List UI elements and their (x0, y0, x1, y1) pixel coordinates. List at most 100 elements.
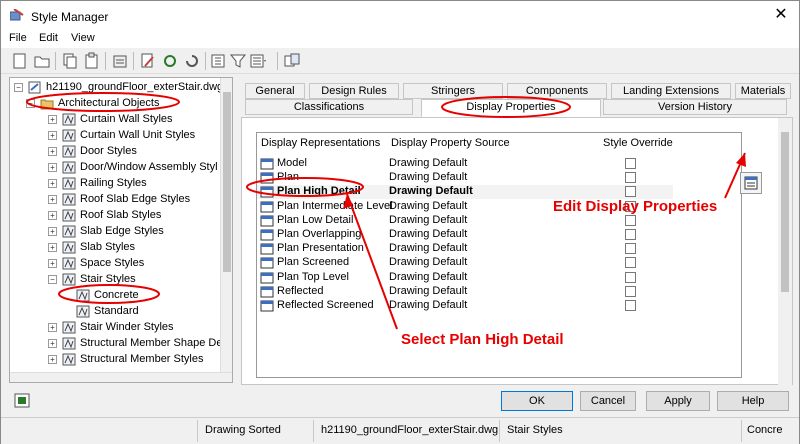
status-drawing: h21190_groundFloor_exterStair.dwg (321, 424, 499, 436)
menu-file[interactable]: File (9, 32, 27, 44)
tab-tabs_bottom-1[interactable]: Display Properties (421, 99, 601, 117)
style-override-checkbox[interactable] (625, 285, 636, 297)
display-rep-name: Plan Top Level (277, 270, 349, 283)
display-rep-name: Plan Overlapping (277, 228, 362, 240)
style-override-checkbox[interactable] (625, 257, 636, 269)
annotation-edit-display-properties: Edit Display Properties (553, 198, 718, 215)
copy-settings-icon[interactable] (209, 52, 227, 70)
status-style: Concre (747, 424, 783, 436)
window-title: Style Manager (31, 10, 109, 24)
filter-icon[interactable] (229, 52, 247, 70)
toolbar-separator (277, 52, 278, 70)
display-rep-name: Plan Screened (277, 256, 350, 269)
scroll-thumb[interactable] (781, 132, 789, 292)
tab-tabs_top-3[interactable]: Components (507, 83, 607, 99)
tab-tabs_bottom-0[interactable]: Classifications (245, 99, 413, 115)
paste-icon[interactable] (83, 52, 101, 70)
style-override-checkbox[interactable] (625, 271, 636, 283)
header-display-property-source[interactable]: Display Property Source (391, 137, 510, 149)
expand-icon[interactable]: + (48, 179, 57, 188)
display-rep-row[interactable]: Plan Presentation Drawing Default (257, 242, 673, 256)
ok-button[interactable]: OK (501, 391, 573, 411)
status-divider (741, 420, 742, 442)
display-rep-name: Plan Presentation (277, 242, 364, 255)
display-rep-name: Plan (277, 171, 300, 184)
expand-icon[interactable]: + (48, 355, 57, 364)
tree-item-label: Concrete (94, 289, 139, 301)
display-rep-row[interactable]: Plan Screened Drawing Default (257, 256, 673, 270)
tree-hscrollbar[interactable] (10, 372, 232, 382)
sync-icon[interactable] (161, 52, 179, 70)
menu-edit[interactable]: Edit (39, 32, 58, 44)
edit-display-properties-button[interactable] (740, 172, 762, 194)
display-rep-row[interactable]: Model Drawing Default (257, 157, 673, 171)
style-override-checkbox[interactable] (625, 186, 636, 198)
toolbar (1, 48, 799, 74)
display-rep-row[interactable]: Plan Drawing Default (257, 171, 673, 185)
display-property-source: Drawing Default (389, 199, 468, 212)
collapse-icon[interactable]: − (48, 275, 57, 284)
style-override-checkbox[interactable] (625, 172, 636, 184)
style-override-checkbox[interactable] (625, 214, 636, 226)
expand-icon[interactable]: + (48, 147, 57, 156)
expand-icon[interactable]: + (48, 163, 57, 172)
display-rep-row[interactable]: Plan Low Detail Drawing Default (257, 214, 673, 228)
display-rep-row[interactable]: Plan Top Level Drawing Default (257, 271, 673, 285)
folder-icon (40, 99, 54, 110)
status-divider (313, 420, 314, 442)
tree-item-label: Door Styles (80, 145, 137, 157)
expand-icon[interactable]: + (48, 243, 57, 252)
tab-tabs_top-1[interactable]: Design Rules (309, 83, 399, 99)
display-property-source: Drawing Default (389, 256, 468, 269)
expand-icon[interactable]: + (48, 227, 57, 236)
expand-icon[interactable]: + (48, 195, 57, 204)
view-icon[interactable] (249, 52, 267, 70)
style-override-checkbox[interactable] (625, 158, 636, 169)
tab-tabs_bottom-2[interactable]: Version History (603, 99, 787, 115)
expand-icon[interactable]: + (48, 131, 57, 140)
help-button[interactable]: Help (717, 391, 789, 411)
header-display-representations[interactable]: Display Representations (261, 137, 380, 149)
copy-icon[interactable] (61, 52, 79, 70)
apply-button[interactable]: Apply (646, 391, 710, 411)
style-override-checkbox[interactable] (625, 243, 636, 255)
toolbar-separator (205, 52, 206, 70)
refresh-icon[interactable] (183, 52, 201, 70)
style-category-icon (62, 273, 76, 286)
panel-scrollbar[interactable] (778, 118, 792, 386)
expand-icon[interactable]: + (48, 259, 57, 268)
collapse-icon[interactable]: − (26, 99, 35, 108)
tree-item-label: Door/Window Assembly Styl (80, 161, 218, 173)
close-button[interactable]: ✕ (766, 4, 796, 26)
tree-scrollbar[interactable] (220, 78, 232, 382)
new-icon[interactable] (11, 52, 29, 70)
drawing-sort-icon[interactable] (13, 392, 33, 410)
tab-tabs_top-4[interactable]: Landing Extensions (611, 83, 731, 99)
expand-icon[interactable]: + (48, 323, 57, 332)
display-rep-row[interactable]: Plan Overlapping Drawing Default (257, 228, 673, 242)
tab-tabs_top-5[interactable]: Materials (735, 83, 791, 99)
style-override-checkbox[interactable] (625, 229, 636, 240)
header-style-override[interactable]: Style Override (603, 137, 673, 149)
style-tree[interactable]: − h21190_groundFloor_exterStair.dwg − Ar… (9, 77, 233, 383)
display-rep-row[interactable]: Reflected Screened Drawing Default (257, 299, 673, 313)
display-rep-row[interactable]: Reflected Drawing Default (257, 285, 673, 299)
style-category-icon (62, 337, 76, 350)
stair-style-icon (76, 289, 90, 302)
expand-icon[interactable]: + (48, 211, 57, 220)
tab-tabs_top-2[interactable]: Stringers (403, 83, 503, 99)
edit-style-icon[interactable] (139, 52, 157, 70)
open-icon[interactable] (33, 52, 51, 70)
toggle-icon[interactable] (283, 52, 301, 70)
collapse-icon[interactable]: − (14, 83, 23, 92)
tab-tabs_top-0[interactable]: General (245, 83, 305, 99)
cancel-button[interactable]: Cancel (580, 391, 636, 411)
expand-icon[interactable]: + (48, 339, 57, 348)
display-rep-icon (260, 257, 274, 269)
style-category-icon (62, 161, 76, 174)
menu-view[interactable]: View (71, 32, 95, 44)
expand-icon[interactable]: + (48, 115, 57, 124)
scroll-thumb[interactable] (223, 92, 231, 272)
style-override-checkbox[interactable] (625, 300, 636, 311)
purge-icon[interactable] (111, 52, 129, 70)
